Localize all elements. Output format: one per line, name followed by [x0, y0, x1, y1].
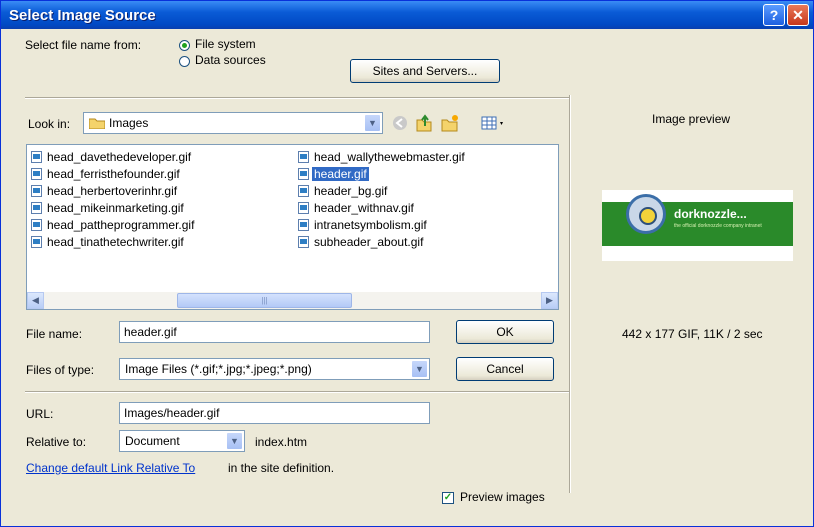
- image-info: 442 x 177 GIF, 11K / 2 sec: [622, 327, 763, 341]
- file-name-label: File name:: [26, 327, 83, 341]
- dorknozzle-logo: [626, 194, 666, 234]
- relative-file-name: index.htm: [255, 435, 308, 449]
- preview-images-checkbox[interactable]: ✓: [442, 492, 454, 504]
- relative-to-value: Document: [125, 434, 180, 448]
- sites-and-servers-button[interactable]: Sites and Servers...: [350, 59, 500, 83]
- look-in-value: Images: [109, 116, 149, 130]
- file-name-input[interactable]: header.gif: [119, 321, 430, 343]
- list-item[interactable]: header_withnav.gif: [298, 200, 416, 216]
- cancel-button[interactable]: Cancel: [456, 357, 554, 381]
- radio-data-sources[interactable]: [179, 56, 190, 67]
- list-item[interactable]: head_herbertoverinhr.gif: [31, 183, 179, 199]
- radio-data-sources-label[interactable]: Data sources: [195, 53, 266, 67]
- horizontal-scrollbar[interactable]: ◀ ||| ▶: [27, 292, 558, 309]
- list-item[interactable]: intranetsymbolism.gif: [298, 217, 429, 233]
- scroll-left-icon[interactable]: ◀: [27, 292, 44, 309]
- folder-icon: [88, 117, 106, 130]
- file-name-value: header.gif: [124, 325, 177, 339]
- list-item[interactable]: head_pattheprogrammer.gif: [31, 217, 196, 233]
- vertical-divider: [569, 95, 571, 493]
- gif-file-icon: [298, 236, 309, 248]
- gif-file-icon: [298, 151, 309, 163]
- chevron-down-icon[interactable]: ▼: [364, 114, 381, 132]
- preview-brand: dorknozzle...: [674, 207, 747, 221]
- gif-file-icon: [298, 219, 309, 231]
- change-link-suffix: in the site definition.: [228, 461, 335, 475]
- list-item[interactable]: head_mikeinmarketing.gif: [31, 200, 186, 216]
- help-button[interactable]: ?: [763, 4, 785, 26]
- list-item[interactable]: header_bg.gif: [298, 183, 389, 199]
- preview-images-label[interactable]: Preview images: [460, 490, 545, 504]
- image-preview-title: Image preview: [652, 112, 731, 126]
- dialog-window: Select Image Source ? ✕ Select file name…: [0, 0, 814, 527]
- back-icon[interactable]: [391, 114, 409, 132]
- url-value: Images/header.gif: [124, 406, 220, 420]
- new-folder-icon[interactable]: [441, 114, 459, 132]
- relative-to-label: Relative to:: [26, 435, 87, 449]
- list-item[interactable]: head_tinathetechwriter.gif: [31, 234, 186, 250]
- gif-file-icon: [31, 151, 42, 163]
- gif-file-icon: [31, 168, 42, 180]
- divider-top: [25, 97, 569, 99]
- change-default-link[interactable]: Change default Link Relative To: [26, 461, 195, 475]
- list-item[interactable]: head_wallythewebmaster.gif: [298, 149, 467, 165]
- gif-file-icon: [31, 185, 42, 197]
- files-of-type-label: Files of type:: [26, 363, 95, 377]
- list-item[interactable]: head_ferristhefounder.gif: [31, 166, 182, 182]
- gif-file-icon: [298, 168, 309, 180]
- scrollbar-thumb[interactable]: |||: [177, 293, 352, 308]
- gif-file-icon: [298, 202, 309, 214]
- files-of-type-value: Image Files (*.gif;*.jpg;*.jpeg;*.png): [125, 362, 312, 376]
- window-title: Select Image Source: [9, 7, 156, 24]
- select-from-label: Select file name from:: [25, 38, 142, 52]
- radio-file-system[interactable]: [179, 40, 190, 51]
- look-in-select[interactable]: Images ▼: [83, 112, 383, 134]
- gif-file-icon: [31, 219, 42, 231]
- radio-file-system-label[interactable]: File system: [195, 37, 256, 51]
- scroll-right-icon[interactable]: ▶: [541, 292, 558, 309]
- ok-button[interactable]: OK: [456, 320, 554, 344]
- gif-file-icon: [31, 236, 42, 248]
- chevron-down-icon[interactable]: ▼: [226, 432, 243, 450]
- url-label: URL:: [26, 407, 54, 421]
- list-item-selected[interactable]: header.gif: [298, 166, 369, 182]
- view-menu-icon[interactable]: [481, 114, 507, 132]
- divider-bottom: [25, 391, 569, 393]
- up-folder-icon[interactable]: [415, 114, 433, 132]
- list-item[interactable]: subheader_about.gif: [298, 234, 425, 250]
- gif-file-icon: [31, 202, 42, 214]
- image-preview: dorknozzle... the official dorknozzle co…: [602, 190, 793, 261]
- preview-tagline: the official dorknozzle company intranet: [674, 223, 762, 229]
- files-of-type-select[interactable]: Image Files (*.gif;*.jpg;*.jpeg;*.png) ▼: [119, 358, 430, 380]
- close-button[interactable]: ✕: [787, 4, 809, 26]
- url-input[interactable]: Images/header.gif: [119, 402, 430, 424]
- look-in-label: Look in:: [28, 117, 71, 131]
- file-list[interactable]: head_davethedeveloper.gif head_ferristhe…: [26, 144, 559, 310]
- title-bar[interactable]: Select Image Source ? ✕: [1, 1, 813, 29]
- chevron-down-icon[interactable]: ▼: [411, 360, 428, 378]
- gif-file-icon: [298, 185, 309, 197]
- list-item[interactable]: head_davethedeveloper.gif: [31, 149, 193, 165]
- relative-to-select[interactable]: Document ▼: [119, 430, 245, 452]
